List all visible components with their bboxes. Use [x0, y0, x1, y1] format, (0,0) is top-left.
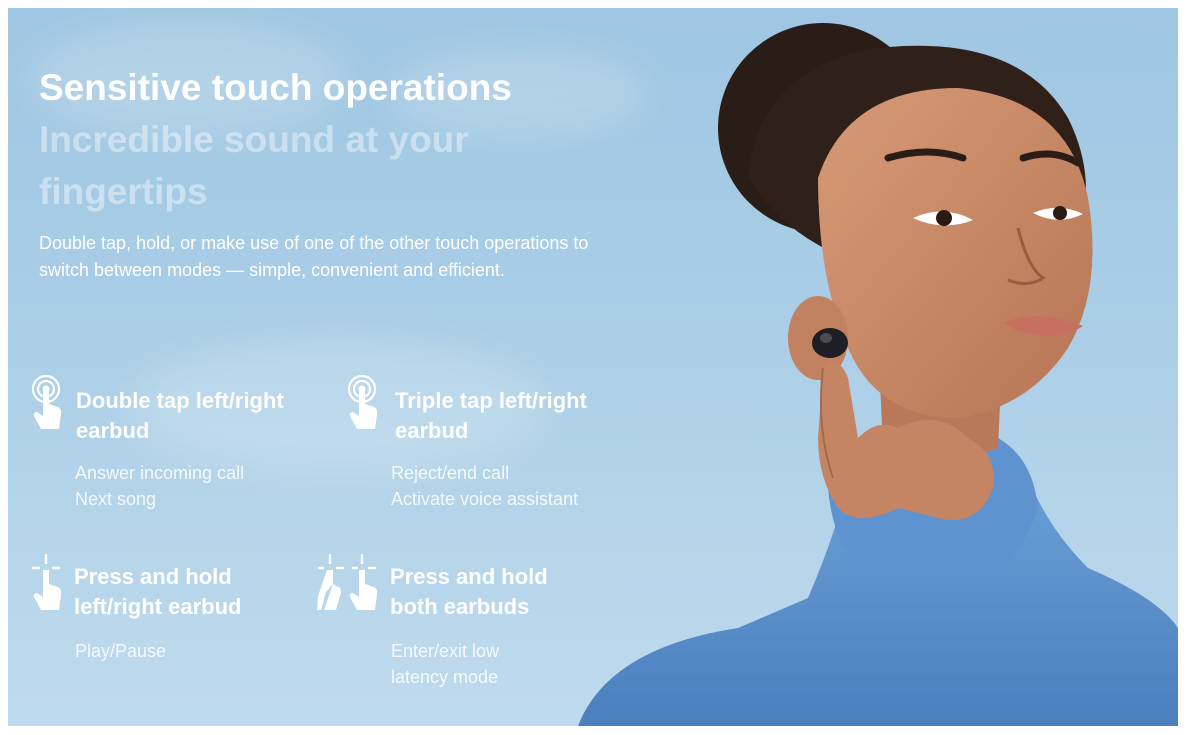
two-hand-press-icon [317, 554, 378, 610]
feature-action: Play/Pause [75, 641, 167, 661]
description: Double tap, hold, or make use of one of … [39, 233, 589, 280]
headline-line-1: Sensitive touch operations [39, 67, 512, 108]
feature-action: latency mode [391, 667, 499, 687]
feature-press-hold-single: Press and hold left/right earbud Play/Pa… [30, 552, 330, 692]
model-photo [578, 23, 1178, 726]
product-banner: Sensitive touch operations Incredible so… [8, 8, 1178, 726]
feature-actions: Answer incoming call Next song [75, 460, 244, 512]
headline-line-2: Incredible sound at your [39, 119, 469, 160]
feature-action: Answer incoming call [75, 463, 245, 483]
single-tap-icon [347, 374, 378, 429]
feature-title: Double tap left/right earbud [76, 388, 284, 443]
feature-action: Next song [75, 489, 157, 509]
feature-title: Press and hold left/right earbud [74, 564, 242, 619]
feature-actions: Play/Pause [75, 638, 166, 664]
headline-line-3: fingertips [39, 171, 208, 212]
feature-actions: Enter/exit low latency mode [391, 638, 499, 690]
feature-double-tap: Double tap left/right earbud Answer inco… [30, 374, 330, 514]
press-hold-icon [32, 554, 62, 610]
feature-title: Press and hold both earbuds [390, 564, 548, 619]
feature-action: Enter/exit low [391, 641, 500, 661]
single-tap-icon [31, 374, 62, 429]
